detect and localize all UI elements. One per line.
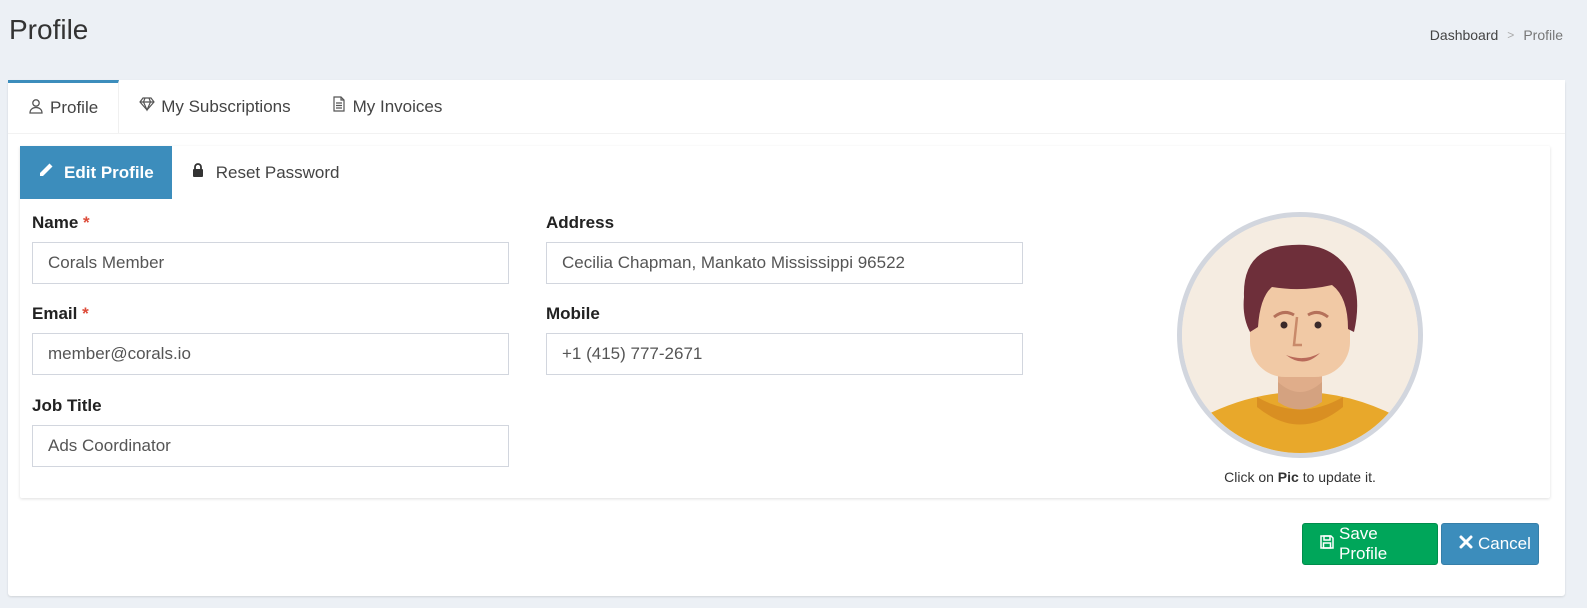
mobile-group: Mobile +1 (415) 777-2671: [546, 304, 1023, 375]
tab-my-invoices-label: My Invoices: [352, 96, 443, 116]
name-group: Name * Corals Member: [32, 213, 509, 284]
breadcrumb-separator: >: [1507, 28, 1515, 42]
job-title-label: Job Title: [32, 396, 102, 415]
address-group: Address Cecilia Chapman, Mankato Mississ…: [546, 213, 1023, 284]
user-icon: [28, 98, 44, 119]
subtab-reset-password[interactable]: Reset Password: [172, 146, 358, 199]
address-label: Address: [546, 213, 615, 232]
required-marker: *: [83, 213, 90, 232]
required-marker: *: [82, 304, 89, 323]
floppy-disk-icon: [1319, 534, 1335, 555]
edit-profile-panel: Edit Profile Reset Password Name * Coral…: [20, 146, 1550, 498]
close-icon: [1458, 534, 1474, 555]
email-label: Email *: [32, 304, 89, 323]
profile-card: Profile My Subscriptions My Invoices Edi…: [8, 80, 1565, 596]
cancel-label: Cancel: [1478, 534, 1531, 553]
save-profile-button[interactable]: Save Profile: [1302, 523, 1438, 565]
main-tabs: Profile My Subscriptions My Invoices: [8, 80, 1565, 134]
save-profile-label: Save Profile: [1339, 524, 1388, 563]
lock-icon: [190, 162, 206, 183]
page-title: Profile: [9, 14, 89, 45]
avatar-section: Click on Pic to update it.: [1177, 212, 1423, 485]
address-input[interactable]: Cecilia Chapman, Mankato Mississippi 965…: [546, 242, 1023, 284]
subtab-reset-password-label: Reset Password: [215, 162, 340, 182]
tab-my-subscriptions[interactable]: My Subscriptions: [119, 80, 310, 133]
email-group: Email * member@corals.io: [32, 304, 509, 375]
job-title-group: Job Title Ads Coordinator: [32, 396, 509, 467]
subtab-edit-profile-label: Edit Profile: [64, 162, 154, 182]
avatar-hint: Click on Pic to update it.: [1224, 469, 1376, 485]
avatar[interactable]: [1177, 212, 1423, 458]
email-input[interactable]: member@corals.io: [32, 333, 509, 375]
cancel-button[interactable]: Cancel: [1441, 523, 1539, 565]
document-icon: [331, 96, 347, 117]
tab-profile[interactable]: Profile: [8, 80, 120, 133]
tab-my-invoices[interactable]: My Invoices: [311, 80, 463, 133]
name-input[interactable]: Corals Member: [32, 242, 509, 284]
tab-profile-label: Profile: [50, 98, 99, 117]
job-title-input[interactable]: Ads Coordinator: [32, 425, 509, 467]
diamond-icon: [139, 96, 155, 117]
avatar-illustration: [1182, 217, 1418, 453]
breadcrumb-dashboard-link[interactable]: Dashboard: [1430, 27, 1499, 43]
tab-my-subscriptions-label: My Subscriptions: [161, 96, 291, 116]
subtab-edit-profile[interactable]: Edit Profile: [20, 146, 172, 199]
breadcrumb-current: Profile: [1523, 27, 1563, 43]
sub-tabs: Edit Profile Reset Password: [20, 146, 1550, 199]
mobile-input[interactable]: +1 (415) 777-2671: [546, 333, 1023, 375]
pencil-icon: [38, 162, 54, 183]
mobile-label: Mobile: [546, 304, 600, 323]
name-label: Name *: [32, 213, 90, 232]
breadcrumb: Dashboard > Profile: [1430, 27, 1563, 43]
